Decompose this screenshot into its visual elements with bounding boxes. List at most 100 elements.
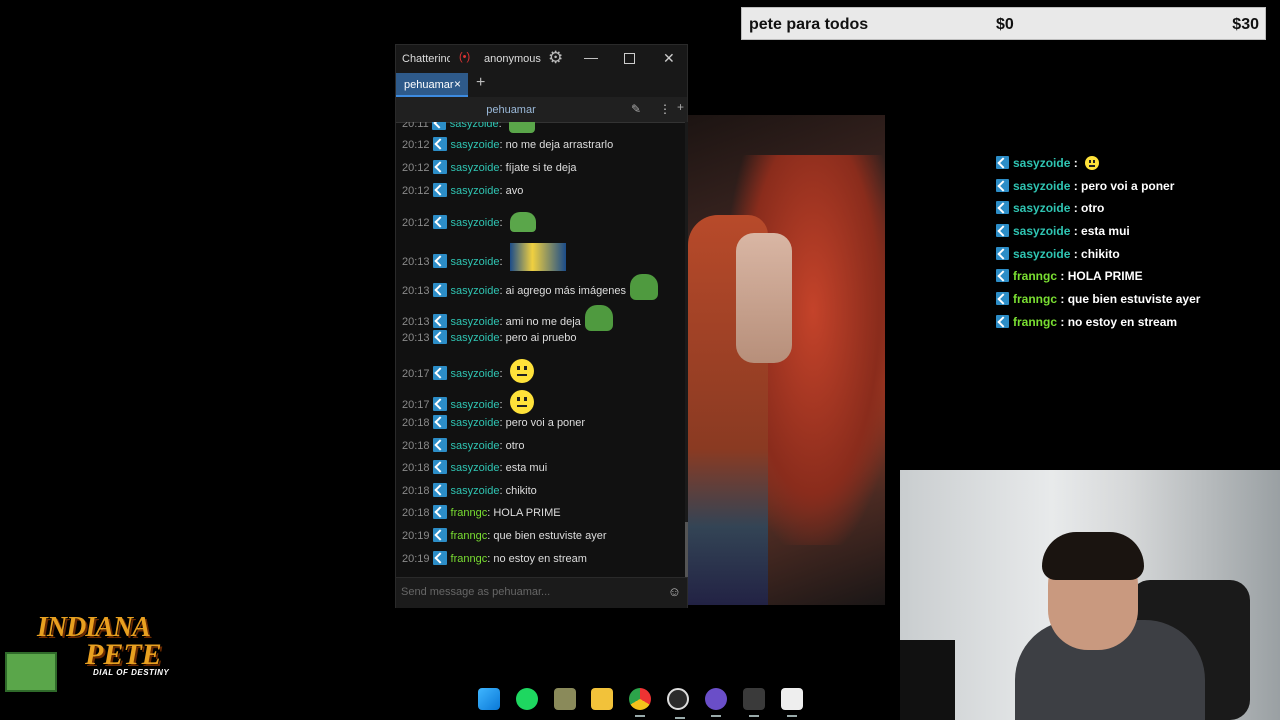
message-username[interactable]: sasyzoide: [451, 162, 500, 174]
pepe-emote-icon[interactable]: [508, 122, 535, 133]
chat-message[interactable]: 20:13 sasyzoide: ami no me deja: [402, 305, 613, 331]
chat-message[interactable]: 20:17 sasyzoide:: [402, 390, 534, 414]
prime-badge-icon[interactable]: [432, 397, 447, 411]
smile-emote-icon[interactable]: [509, 359, 534, 383]
prime-badge-icon[interactable]: [432, 366, 447, 380]
tab-pehuamar[interactable]: pehuamar ×: [396, 73, 468, 97]
close-tab-icon[interactable]: ×: [454, 77, 461, 91]
message-timestamp: 20:13: [402, 256, 430, 268]
prime-badge-icon[interactable]: [432, 330, 447, 344]
chat-message[interactable]: 20:12 sasyzoide:: [402, 212, 536, 232]
message-username[interactable]: sasyzoide: [451, 139, 500, 151]
chat-message[interactable]: 20:18 sasyzoide: chikito: [402, 481, 537, 501]
smile-emote-icon[interactable]: [509, 390, 534, 414]
img-emote-icon[interactable]: [509, 243, 566, 271]
prime-badge-icon[interactable]: [432, 460, 447, 474]
message-text: avo: [505, 185, 524, 197]
split-add-icon[interactable]: +: [677, 100, 684, 114]
store-icon[interactable]: [781, 688, 803, 717]
message-username[interactable]: franngc: [451, 530, 488, 542]
overlay-text: no estoy en stream: [1067, 314, 1178, 329]
overlay-text: que bien estuviste ayer: [1067, 292, 1201, 307]
emote-picker-icon[interactable]: ☺: [668, 584, 681, 599]
prime-badge-icon[interactable]: [432, 137, 447, 151]
minimize-button[interactable]: —: [584, 49, 598, 65]
game-app-icon[interactable]: [554, 688, 576, 710]
chat-message[interactable]: 20:12 sasyzoide: avo: [402, 181, 523, 201]
chat-message[interactable]: 20:18 sasyzoide: otro: [402, 436, 525, 456]
overlay-username: sasyzoide: [1013, 178, 1071, 193]
message-timestamp: 20:18: [402, 440, 430, 452]
prime-badge-icon: [996, 156, 1009, 169]
chat-message[interactable]: 20:19 franngc: que bien estuviste ayer: [402, 526, 607, 546]
scrollbar[interactable]: [685, 122, 688, 577]
message-username[interactable]: franngc: [451, 507, 488, 519]
prime-badge-icon[interactable]: [432, 483, 447, 497]
more-options-icon[interactable]: ⋮: [659, 102, 671, 116]
spotify-icon[interactable]: [516, 688, 538, 710]
file-explorer-icon[interactable]: [591, 688, 613, 710]
prime-badge-icon[interactable]: [432, 551, 447, 565]
chat-message[interactable]: 20:12 sasyzoide: no me deja arrastrarlo: [402, 135, 613, 155]
prime-badge-icon[interactable]: [432, 160, 447, 174]
chat-message[interactable]: 20:11 sasyzoide:: [402, 122, 535, 133]
message-username[interactable]: sasyzoide: [450, 122, 499, 130]
add-tab-button[interactable]: +: [476, 74, 485, 92]
message-username[interactable]: franngc: [451, 553, 488, 565]
account-switcher[interactable]: anonymous: [484, 53, 541, 65]
chat-app-icon[interactable]: [705, 688, 727, 717]
obs-icon[interactable]: [667, 688, 689, 719]
chat-message[interactable]: 20:13 sasyzoide: pero ai pruebo: [402, 328, 577, 348]
tab-bar: pehuamar × +: [396, 73, 687, 97]
message-username[interactable]: sasyzoide: [451, 332, 500, 344]
chat-message[interactable]: 20:12 sasyzoide: fíjate si te deja: [402, 158, 577, 178]
message-username[interactable]: sasyzoide: [451, 399, 500, 411]
channel-name[interactable]: pehuamar: [396, 104, 626, 116]
maximize-button[interactable]: [624, 53, 635, 64]
prime-badge-icon[interactable]: [432, 183, 447, 197]
prime-badge-icon[interactable]: [431, 122, 446, 130]
prime-badge-icon[interactable]: [432, 505, 447, 519]
message-list[interactable]: 20:11 sasyzoide: 20:12 sasyzoide: no me de…: [396, 122, 686, 577]
prime-badge-icon[interactable]: [432, 438, 447, 452]
message-username[interactable]: sasyzoide: [451, 440, 500, 452]
message-timestamp: 20:13: [402, 332, 430, 344]
prime-badge-icon[interactable]: [432, 528, 447, 542]
message-username[interactable]: sasyzoide: [451, 316, 500, 328]
message-username[interactable]: sasyzoide: [451, 285, 500, 297]
message-username[interactable]: sasyzoide: [451, 485, 500, 497]
prime-badge-icon[interactable]: [432, 254, 447, 268]
chat-message[interactable]: 20:18 sasyzoide: esta mui: [402, 458, 547, 478]
chat-message[interactable]: 20:17 sasyzoide:: [402, 359, 534, 383]
pepe-emote-icon[interactable]: [509, 212, 536, 232]
message-username[interactable]: sasyzoide: [451, 256, 500, 268]
chat-message[interactable]: 20:18 sasyzoide: pero voi a poner: [402, 413, 585, 433]
message-input[interactable]: Send message as pehuamar... ☺: [396, 577, 687, 608]
prime-badge-icon[interactable]: [432, 283, 447, 297]
windows-start-icon[interactable]: [478, 688, 500, 710]
message-username[interactable]: sasyzoide: [451, 368, 500, 380]
chrome-icon[interactable]: [629, 688, 651, 717]
scrollbar-thumb[interactable]: [685, 522, 688, 577]
chatterino-icon[interactable]: [743, 688, 765, 717]
moderation-icon[interactable]: ✎: [631, 102, 641, 116]
pepe2-emote-icon[interactable]: [584, 305, 613, 331]
prime-badge-icon[interactable]: [432, 314, 447, 328]
chat-message[interactable]: 20:18 franngc: HOLA PRIME: [402, 503, 561, 523]
prime-badge-icon[interactable]: [432, 215, 447, 229]
close-button[interactable]: ✕: [663, 50, 675, 67]
prime-badge-icon[interactable]: [432, 415, 447, 429]
message-username[interactable]: sasyzoide: [451, 185, 500, 197]
chat-message[interactable]: 20:13 sasyzoide: ai agrego más imágenes: [402, 274, 659, 300]
title-bar[interactable]: Chatterino (•) anonymous ⚙ — ✕: [396, 45, 687, 73]
message-username[interactable]: sasyzoide: [451, 462, 500, 474]
gear-icon[interactable]: ⚙: [548, 48, 563, 68]
separator: :: [1070, 224, 1082, 239]
pepe2-emote-icon[interactable]: [630, 274, 659, 300]
chat-message[interactable]: 20:19 franngc: no estoy en stream: [402, 549, 587, 569]
message-username[interactable]: sasyzoide: [451, 417, 500, 429]
broadcast-icon[interactable]: (•): [459, 51, 470, 63]
prime-badge-icon: [996, 246, 1009, 260]
message-username[interactable]: sasyzoide: [451, 217, 500, 229]
chat-message[interactable]: 20:13 sasyzoide:: [402, 243, 566, 271]
